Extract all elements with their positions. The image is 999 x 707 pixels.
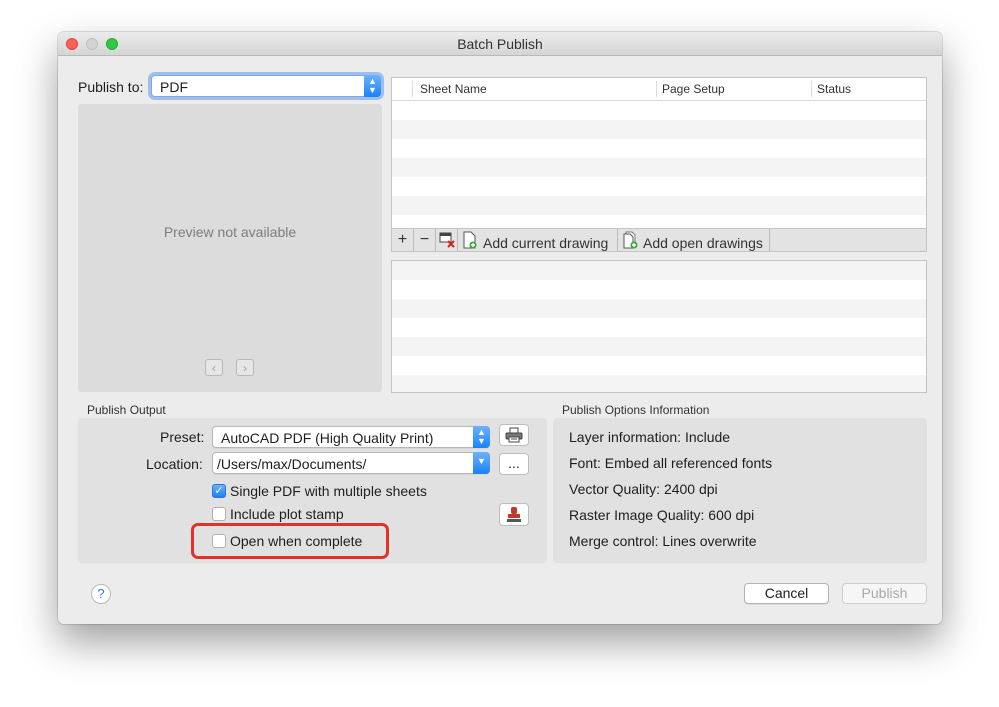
plot-stamp-settings-button[interactable] (499, 503, 529, 526)
single-pdf-label: Single PDF with multiple sheets (230, 483, 427, 499)
option-value: 2400 dpi (663, 481, 718, 497)
option-label: Layer information: (569, 429, 682, 445)
column-header-page-setup[interactable]: Page Setup (662, 82, 725, 96)
preset-value: AutoCAD PDF (High Quality Print) (221, 430, 434, 446)
table-row (392, 177, 926, 196)
window-title: Batch Publish (457, 36, 543, 52)
publish-button[interactable]: Publish (842, 583, 927, 604)
publish-to-select[interactable]: PDF ▲ ▼ (151, 75, 381, 97)
add-file-icon (463, 231, 477, 249)
browse-location-button[interactable]: ... (499, 453, 529, 475)
preview-message: Preview not available (163, 224, 297, 240)
list-row (392, 356, 926, 375)
checkmark-icon: ✓ (214, 485, 224, 497)
option-label: Raster Image Quality: (569, 507, 705, 523)
add-current-drawing-label: Add current drawing (483, 235, 609, 251)
publish-options-title: Publish Options Information (562, 403, 710, 417)
list-row (392, 375, 926, 392)
list-row (392, 261, 926, 280)
add-open-drawings-button[interactable]: Add open drawings (618, 229, 770, 251)
column-separator (656, 81, 657, 97)
printer-icon (505, 427, 523, 443)
chevron-right-icon: › (243, 361, 247, 375)
font-row: Font: Embed all referenced fonts (569, 455, 772, 471)
help-button[interactable]: ? (91, 584, 111, 604)
location-select[interactable]: /Users/max/Documents/ ▼ (212, 452, 490, 474)
sheet-table[interactable]: Sheet Name Page Setup Status (391, 77, 927, 229)
preset-select[interactable]: AutoCAD PDF (High Quality Print) ▲ ▼ (212, 426, 490, 448)
highlight-annotation (191, 523, 389, 559)
option-label: Vector Quality: (569, 481, 661, 497)
batch-publish-dialog: Batch Publish Publish to: PDF ▲ ▼ Preview… (58, 32, 942, 624)
plus-icon: + (397, 231, 408, 248)
add-files-icon (623, 231, 638, 249)
plotter-settings-button[interactable] (499, 424, 529, 446)
column-separator (412, 81, 413, 97)
list-row (392, 280, 926, 299)
preset-label: Preset: (160, 429, 205, 445)
include-plot-stamp-label: Include plot stamp (230, 506, 344, 522)
vector-quality-row: Vector Quality: 2400 dpi (569, 481, 718, 497)
column-separator (811, 81, 812, 97)
help-icon: ? (97, 586, 105, 601)
sheet-toolbar: + − Add current drawing Add open drawing… (391, 229, 927, 252)
table-header: Sheet Name Page Setup Status (392, 78, 926, 101)
option-label: Font: (569, 455, 601, 471)
table-row (392, 158, 926, 177)
minus-icon: − (419, 231, 430, 248)
publish-output-title: Publish Output (87, 403, 166, 417)
table-row (392, 196, 926, 215)
option-value: 600 dpi (708, 507, 755, 523)
clear-list-icon (439, 232, 455, 248)
select-arrows-icon: ▲ ▼ (364, 75, 381, 97)
option-value: Embed all referenced fonts (604, 455, 773, 471)
option-label: Merge control: (569, 533, 659, 549)
include-plot-stamp-checkbox[interactable] (212, 507, 226, 521)
sheet-details-list[interactable] (391, 260, 927, 393)
add-current-drawing-button[interactable]: Add current drawing (458, 229, 618, 251)
option-value: Include (684, 429, 731, 445)
table-row (392, 101, 926, 120)
column-header-status[interactable]: Status (817, 82, 851, 96)
merge-control-row: Merge control: Lines overwrite (569, 533, 757, 549)
title-bar: Batch Publish (58, 32, 942, 56)
raster-quality-row: Raster Image Quality: 600 dpi (569, 507, 754, 523)
publish-to-label: Publish to: (78, 79, 144, 95)
layer-information-row: Layer information: Include (569, 429, 730, 445)
option-value: Lines overwrite (662, 533, 757, 549)
preview-pane: Preview not available ‹ › (78, 104, 382, 392)
table-row (392, 139, 926, 158)
list-row (392, 337, 926, 356)
column-header-sheet-name[interactable]: Sheet Name (420, 82, 487, 96)
table-row (392, 120, 926, 139)
publish-options-group: Layer information: Include Font: Embed a… (553, 418, 927, 563)
stamp-icon (507, 507, 521, 522)
next-page-button[interactable]: › (236, 359, 254, 376)
add-open-drawings-label: Add open drawings (643, 235, 763, 251)
remove-all-sheets-button[interactable] (436, 229, 458, 251)
remove-sheet-button[interactable]: − (414, 229, 436, 251)
list-row (392, 318, 926, 337)
chevron-down-icon: ▼ (473, 452, 490, 474)
select-arrows-icon: ▲ ▼ (473, 426, 490, 448)
previous-page-button[interactable]: ‹ (205, 359, 223, 376)
chevron-left-icon: ‹ (212, 361, 216, 375)
location-label: Location: (146, 456, 203, 472)
publish-to-value: PDF (160, 79, 188, 95)
add-sheet-button[interactable]: + (392, 229, 414, 251)
list-row (392, 299, 926, 318)
location-value: /Users/max/Documents/ (217, 456, 367, 472)
single-pdf-checkbox[interactable]: ✓ (212, 484, 226, 498)
cancel-button[interactable]: Cancel (744, 583, 829, 604)
